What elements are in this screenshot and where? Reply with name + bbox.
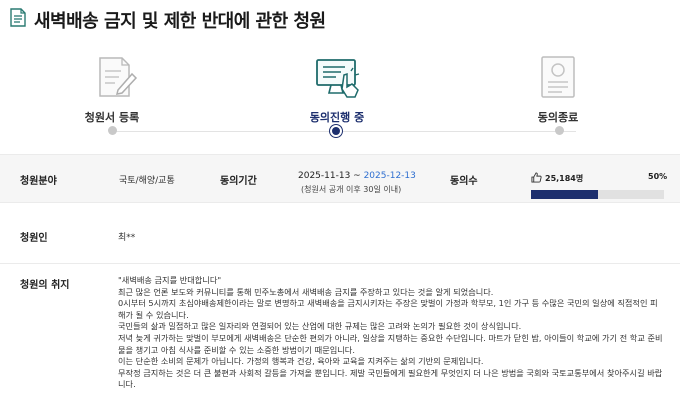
period-label: 동의기간 [220, 176, 257, 187]
agree-label: 동의수 [450, 176, 478, 187]
agree-count: 25,184명 [545, 174, 584, 183]
monitor-click-icon [316, 59, 360, 98]
petitioner-label: 청원인 [20, 233, 48, 244]
petition-info-row: 청원분야 국토/해양/교통 동의기간 2025-11-13 ~ 2025-12-… [0, 154, 680, 203]
purpose-paragraph: 무작정 금지하는 것은 더 큰 불편과 사회적 갈등을 가져올 뿐입니다. 제발… [118, 367, 663, 390]
purpose-paragraph: 0시부터 5시까지 초심야배송제한이라는 말로 변명하고 새벽배송을 금지시키자… [118, 298, 658, 320]
purpose-body: "새벽배송 금지를 반대합니다" 최근 많은 언론 보도와 커뮤니티를 통해 민… [118, 275, 663, 391]
field-label: 청원분야 [20, 176, 57, 187]
agree-percent: 50% [648, 172, 668, 181]
purpose-paragraph: 최근 많은 언론 보도와 커뮤니티를 통해 민주노총에서 새벽배송 금지를 주장… [118, 286, 494, 297]
title-bar: 새벽배송 금지 및 제한 반대에 관한 청원 [0, 0, 680, 36]
petitioner-value: 최** [118, 233, 136, 243]
period-start: 2025-11-13 [298, 171, 351, 181]
thumbs-up-icon [531, 172, 542, 183]
purpose-paragraph: 저녁 늦게 귀가하는 맞벌이 부모에게 새벽배송은 단순한 편의가 아니라, 일… [118, 332, 663, 355]
purpose-paragraph: "새벽배송 금지를 반대합니다" [118, 275, 222, 285]
document-pen-icon [99, 57, 138, 97]
purpose-paragraph: 국민들의 삶과 밀접하고 많은 일자리와 연결되어 있는 산업에 대한 규제는 … [118, 321, 522, 332]
period-range: 2025-11-13 ~ 2025-12-13 [298, 171, 416, 181]
period-separator: ~ [350, 171, 364, 181]
purpose-paragraph: 이는 단순한 소비의 문제가 아닙니다. 가정의 행복과 건강, 육아와 교육을… [118, 356, 484, 367]
page-title: 새벽배송 금지 및 제한 반대에 관한 청원 [34, 11, 326, 32]
step-dot-ended [555, 126, 564, 135]
agree-progress-bar [531, 190, 664, 199]
progress-steps: 청원서 등록 동의진행 중 동의종료 [0, 36, 680, 146]
step-dot-in-progress [330, 125, 342, 137]
document-icon [10, 8, 26, 27]
petitioner-row: 청원인 최** [0, 204, 680, 264]
agree-progress-fill [531, 190, 598, 199]
field-value: 국토/해양/교통 [119, 176, 175, 186]
step-label-registration: 청원서 등록 [84, 111, 140, 124]
step-label-ended: 동의종료 [537, 111, 579, 124]
step-label-in-progress: 동의진행 중 [309, 111, 365, 124]
purpose-section: 청원의 취지 "새벽배송 금지를 반대합니다" 최근 많은 언론 보도와 커뮤니… [0, 265, 680, 419]
step-connector-line [112, 131, 576, 132]
step-dot-registration [108, 126, 117, 135]
purpose-label: 청원의 취지 [20, 280, 70, 291]
period-end: 2025-12-13 [363, 171, 416, 181]
certificate-icon [541, 56, 575, 98]
period-note: (청원서 공개 이후 30일 이내) [301, 185, 402, 194]
